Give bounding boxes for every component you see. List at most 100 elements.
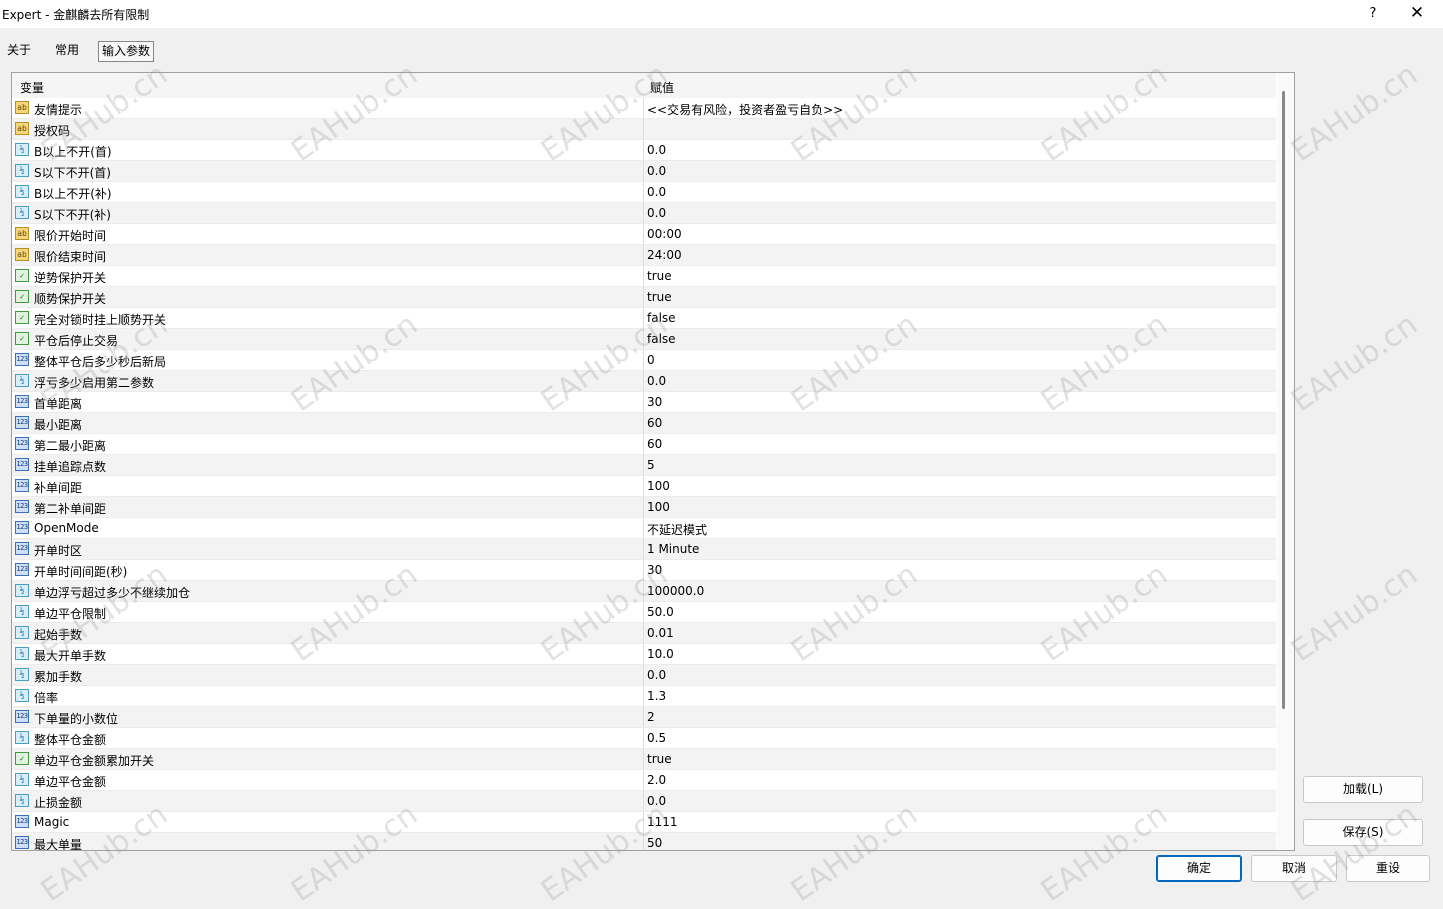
table-row[interactable]: 123 Magic 1111 bbox=[12, 812, 1276, 833]
scrollbar-thumb[interactable] bbox=[1282, 91, 1285, 709]
parameter-value[interactable]: 0.0 bbox=[647, 794, 666, 808]
parameter-value[interactable]: 0.0 bbox=[647, 185, 666, 199]
table-row[interactable]: ab 友情提示 <<交易有风险，投资者盈亏自负>> bbox=[12, 98, 1276, 119]
parameter-value[interactable]: 不延迟模式 bbox=[647, 521, 707, 538]
table-row[interactable]: 123 OpenMode 不延迟模式 bbox=[12, 518, 1276, 539]
parameter-value[interactable]: 0.0 bbox=[647, 668, 666, 682]
parameter-value[interactable]: 100 bbox=[647, 500, 670, 514]
column-divider bbox=[643, 560, 644, 580]
parameter-value[interactable]: <<交易有风险，投资者盈亏自负>> bbox=[647, 101, 843, 118]
table-row[interactable]: ✓ 完全对锁时挂上顺势开关 false bbox=[12, 308, 1276, 329]
parameter-value[interactable]: 60 bbox=[647, 437, 662, 451]
table-row[interactable]: ✓ 逆势保护开关 true bbox=[12, 266, 1276, 287]
parameter-value[interactable]: 50 bbox=[647, 836, 662, 850]
table-row[interactable]: ½ 单边平仓限制 50.0 bbox=[12, 602, 1276, 623]
table-row[interactable]: ½ S以下不开(补) 0.0 bbox=[12, 203, 1276, 224]
column-header-variable[interactable]: 变量 bbox=[20, 79, 44, 96]
table-row[interactable]: ½ 倍率 1.3 bbox=[12, 686, 1276, 707]
parameter-value[interactable]: true bbox=[647, 269, 672, 283]
table-row[interactable]: ab 限价开始时间 00:00 bbox=[12, 224, 1276, 245]
table-row[interactable]: ½ 起始手数 0.01 bbox=[12, 623, 1276, 644]
table-row[interactable]: 123 开单时区 1 Minute bbox=[12, 539, 1276, 560]
parameter-value[interactable]: 00:00 bbox=[647, 227, 682, 241]
tab-common[interactable]: 常用 bbox=[52, 41, 82, 60]
table-row[interactable]: 123 首单距离 30 bbox=[12, 392, 1276, 413]
table-row[interactable]: 123 整体平仓后多少秒后新局 0 bbox=[12, 350, 1276, 371]
parameter-value[interactable]: 0 bbox=[647, 353, 655, 367]
close-button[interactable]: ✕ bbox=[1404, 0, 1430, 28]
column-divider bbox=[643, 791, 644, 811]
table-row[interactable]: ✓ 顺势保护开关 true bbox=[12, 287, 1276, 308]
column-divider bbox=[643, 644, 644, 664]
parameter-name: 单边平仓金额 bbox=[34, 775, 107, 789]
parameter-value[interactable]: 1111 bbox=[647, 815, 678, 829]
parameter-name: 最大单量 bbox=[34, 838, 83, 851]
table-row[interactable]: ✓ 平仓后停止交易 false bbox=[12, 329, 1276, 350]
save-button[interactable]: 保存(S) bbox=[1303, 819, 1423, 846]
table-row[interactable]: ½ S以下不开(首) 0.0 bbox=[12, 161, 1276, 182]
watermark-text: EAHub.cn bbox=[1284, 307, 1424, 419]
parameter-value[interactable]: 1.3 bbox=[647, 689, 666, 703]
parameter-value[interactable]: 100000.0 bbox=[647, 584, 704, 598]
table-row[interactable]: ½ B以上不开(补) 0.0 bbox=[12, 182, 1276, 203]
parameter-value[interactable]: false bbox=[647, 311, 676, 325]
parameter-value[interactable]: 10.0 bbox=[647, 647, 674, 661]
table-row[interactable]: ½ 浮亏多少启用第二参数 0.0 bbox=[12, 371, 1276, 392]
parameter-value[interactable]: 2.0 bbox=[647, 773, 666, 787]
ok-button[interactable]: 确定 bbox=[1156, 855, 1242, 882]
column-divider bbox=[643, 686, 644, 706]
table-row[interactable]: 123 第二最小距离 60 bbox=[12, 434, 1276, 455]
column-header-value[interactable]: 赋值 bbox=[650, 79, 674, 96]
table-row[interactable]: 123 开单时间间距(秒) 30 bbox=[12, 560, 1276, 581]
table-row[interactable]: ½ 单边平仓金额 2.0 bbox=[12, 770, 1276, 791]
parameter-value[interactable]: 2 bbox=[647, 710, 655, 724]
parameter-value[interactable]: 30 bbox=[647, 563, 662, 577]
parameter-value[interactable]: 24:00 bbox=[647, 248, 682, 262]
parameter-value[interactable]: 60 bbox=[647, 416, 662, 430]
table-row[interactable]: ½ 整体平仓金额 0.5 bbox=[12, 728, 1276, 749]
load-button[interactable]: 加载(L) bbox=[1303, 776, 1423, 803]
column-divider bbox=[643, 665, 644, 685]
cancel-button[interactable]: 取消 bbox=[1251, 855, 1337, 882]
integer-type-icon: 123 bbox=[15, 815, 29, 828]
parameter-value[interactable]: 5 bbox=[647, 458, 655, 472]
parameter-value[interactable]: false bbox=[647, 332, 676, 346]
table-row[interactable]: ab 授权码 bbox=[12, 119, 1276, 140]
parameter-value[interactable]: 100 bbox=[647, 479, 670, 493]
table-row[interactable]: 123 补单间距 100 bbox=[12, 476, 1276, 497]
tab-about[interactable]: 关于 bbox=[4, 41, 34, 60]
tab-inputs[interactable]: 输入参数 bbox=[98, 41, 155, 62]
table-row[interactable]: ✓ 单边平仓金额累加开关 true bbox=[12, 749, 1276, 770]
parameter-value[interactable]: 0.0 bbox=[647, 374, 666, 388]
parameter-name: OpenMode bbox=[34, 521, 99, 535]
table-row[interactable]: 123 最小距离 60 bbox=[12, 413, 1276, 434]
parameter-value[interactable]: 0.01 bbox=[647, 626, 674, 640]
parameter-value[interactable]: true bbox=[647, 290, 672, 304]
column-divider bbox=[643, 749, 644, 769]
parameter-value[interactable]: 30 bbox=[647, 395, 662, 409]
table-row[interactable]: ab 限价结束时间 24:00 bbox=[12, 245, 1276, 266]
reset-button[interactable]: 重设 bbox=[1346, 855, 1430, 882]
parameter-value[interactable]: 0.0 bbox=[647, 206, 666, 220]
table-row[interactable]: 123 第二补单间距 100 bbox=[12, 497, 1276, 518]
parameter-value[interactable]: 50.0 bbox=[647, 605, 674, 619]
parameter-value[interactable]: 0.5 bbox=[647, 731, 666, 745]
parameter-value[interactable]: 1 Minute bbox=[647, 542, 699, 556]
parameter-value[interactable]: 0.0 bbox=[647, 164, 666, 178]
parameter-value[interactable]: true bbox=[647, 752, 672, 766]
table-row[interactable]: ½ B以上不开(首) 0.0 bbox=[12, 140, 1276, 161]
table-row[interactable]: ½ 累加手数 0.0 bbox=[12, 665, 1276, 686]
parameter-name: 限价开始时间 bbox=[34, 229, 107, 243]
table-row[interactable]: 123 最大单量 50 bbox=[12, 833, 1276, 851]
help-button[interactable]: ? bbox=[1362, 0, 1384, 28]
parameter-name: S以下不开(补) bbox=[34, 208, 111, 222]
bool-type-icon: ✓ bbox=[15, 311, 29, 324]
vertical-scrollbar[interactable] bbox=[1277, 73, 1294, 850]
table-row[interactable]: ½ 单边浮亏超过多少不继续加仓 100000.0 bbox=[12, 581, 1276, 602]
table-row[interactable]: 123 挂单追踪点数 5 bbox=[12, 455, 1276, 476]
table-row[interactable]: ½ 止损金额 0.0 bbox=[12, 791, 1276, 812]
table-row[interactable]: 123 下单量的小数位 2 bbox=[12, 707, 1276, 728]
parameter-value[interactable]: 0.0 bbox=[647, 143, 666, 157]
table-row[interactable]: ½ 最大开单手数 10.0 bbox=[12, 644, 1276, 665]
parameter-name: 限价结束时间 bbox=[34, 250, 107, 264]
